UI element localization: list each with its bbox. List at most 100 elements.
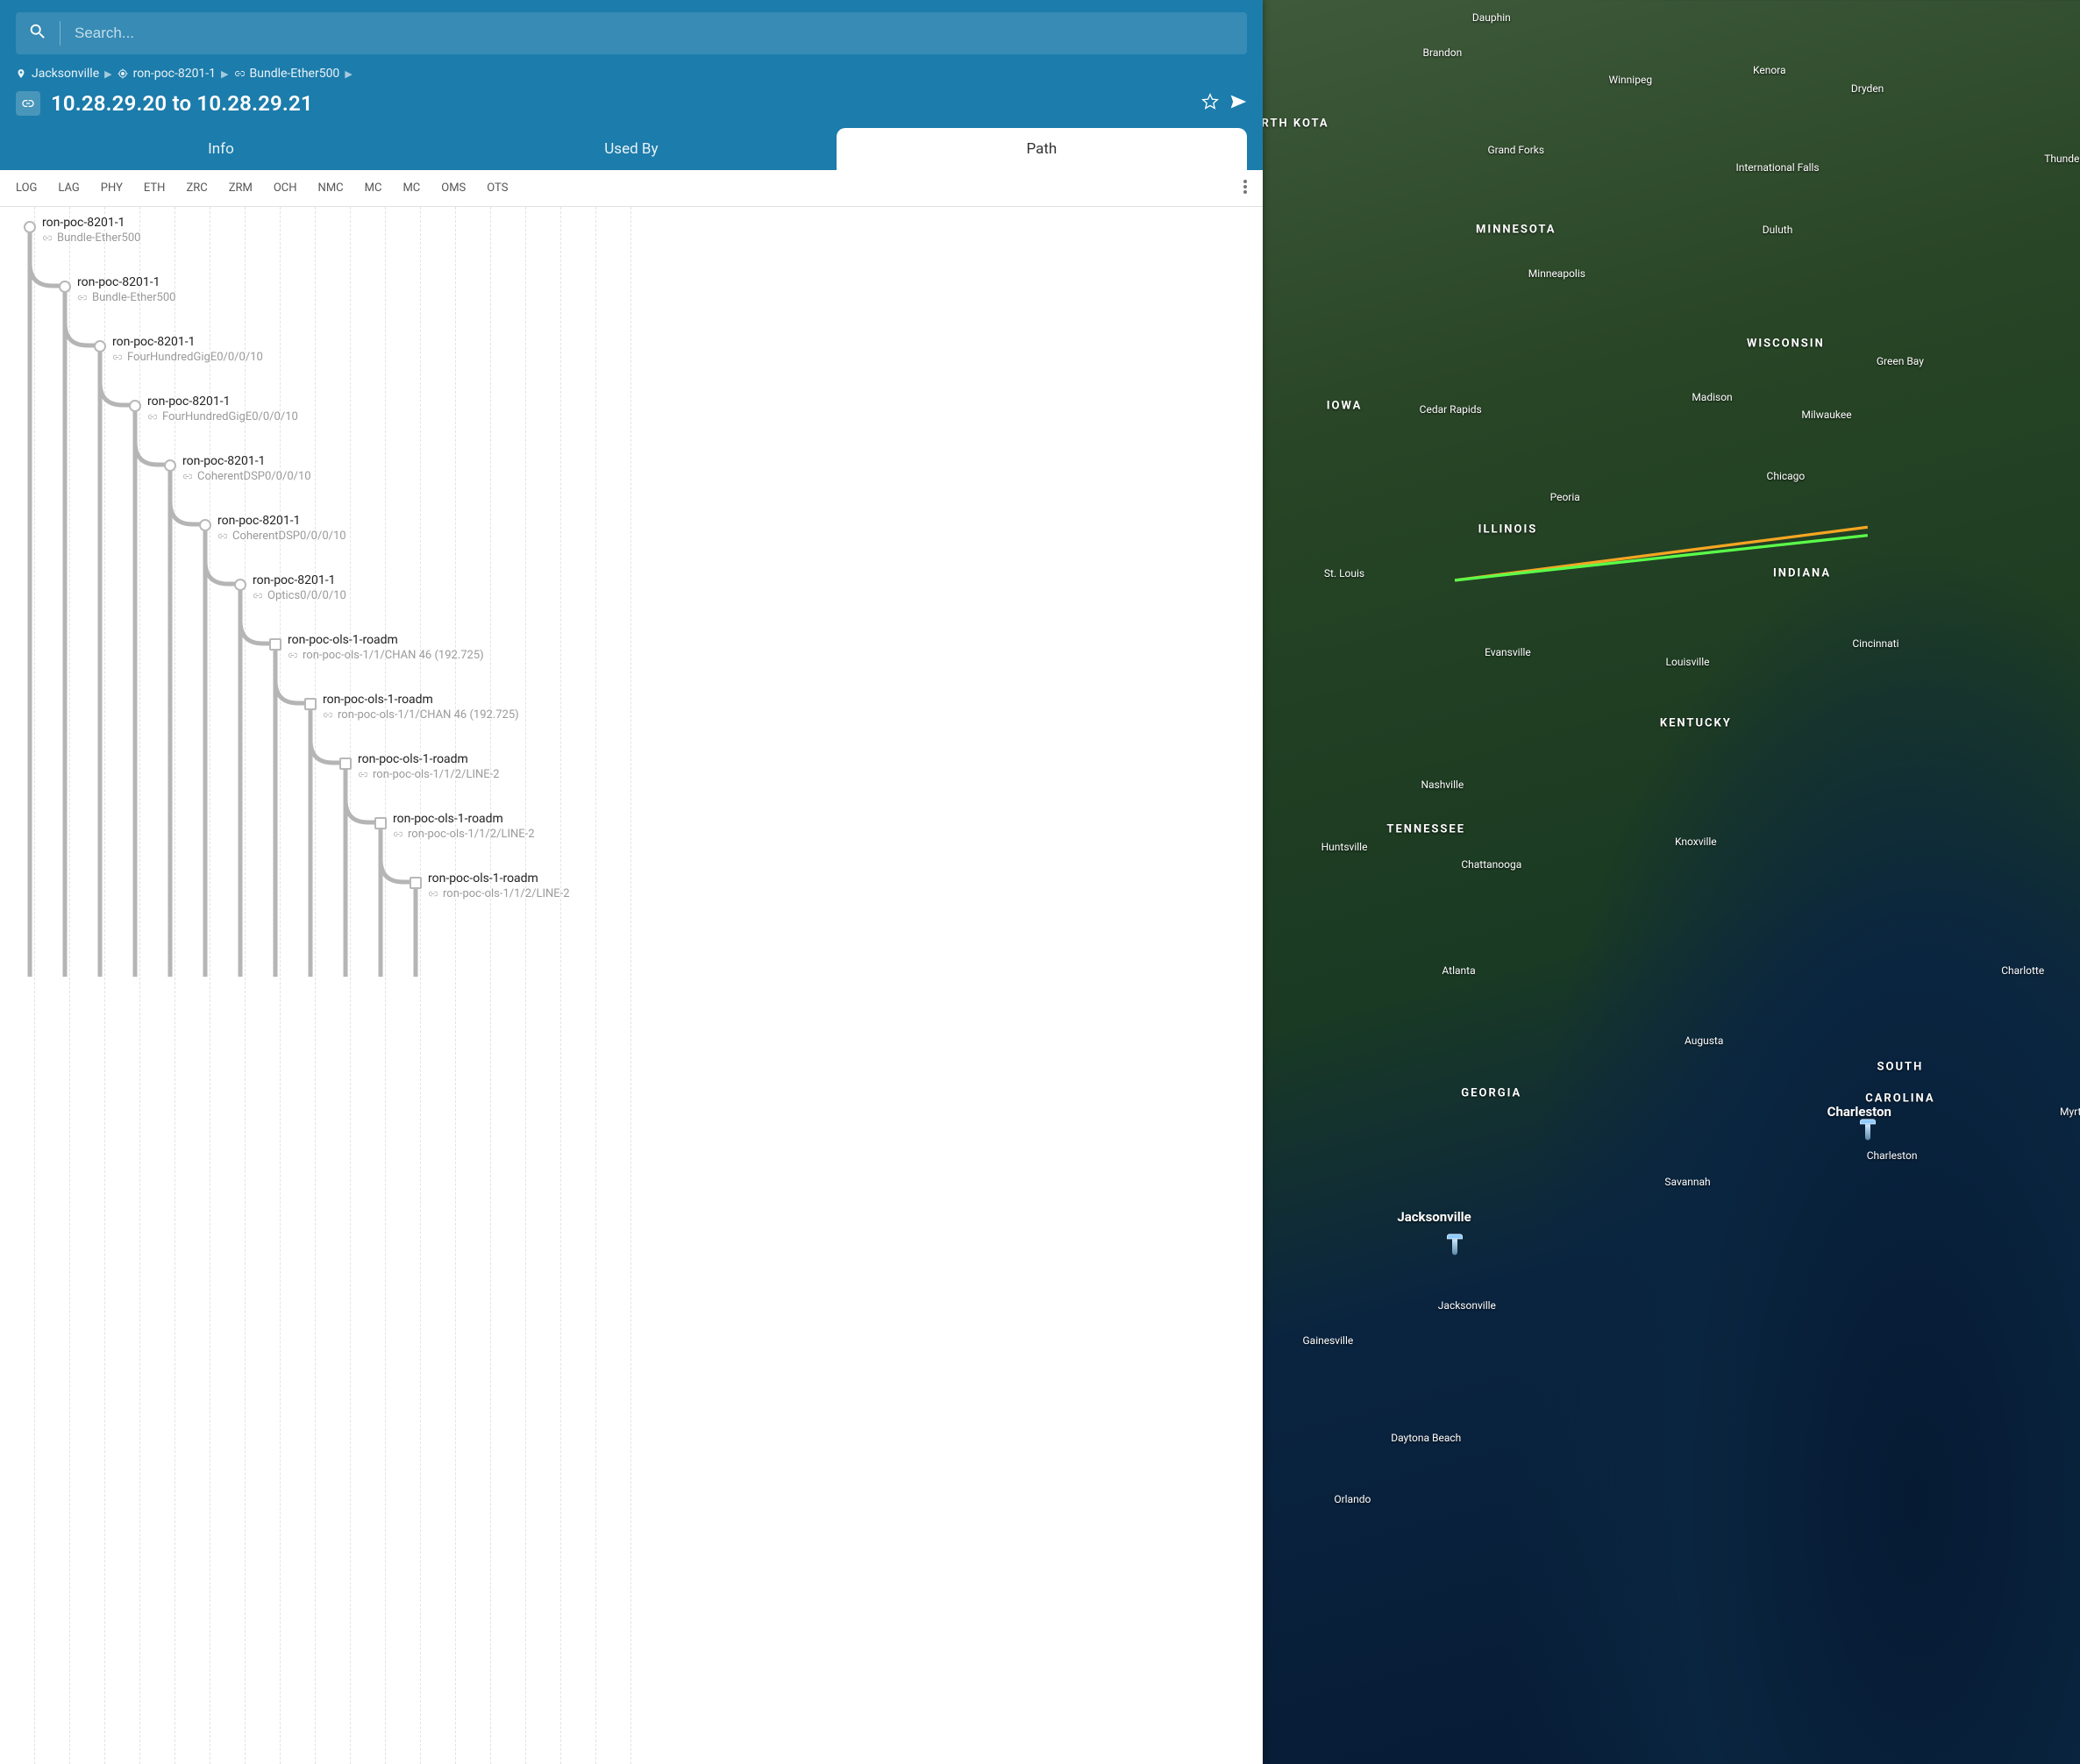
map-city-label: Thunder <box>2044 153 2080 165</box>
layer-tab[interactable]: OMS <box>431 181 476 195</box>
path-node-title: ron-poc-8201-1 <box>182 454 311 468</box>
breadcrumb-item[interactable]: Bundle-Ether500 <box>234 67 340 81</box>
breadcrumb-item[interactable]: Jacksonville <box>16 67 99 81</box>
node-square-icon <box>339 758 352 770</box>
map-city-label: Milwaukee <box>1801 409 1851 421</box>
breadcrumb-label: ron-poc-8201-1 <box>133 67 216 81</box>
map-pin-icon[interactable] <box>1860 1119 1876 1140</box>
path-node[interactable]: ron-poc-ols-1-roadmron-poc-ols-1/1/2/LIN… <box>0 821 1263 880</box>
search-divider <box>60 21 61 46</box>
map-city-label: International Falls <box>1735 161 1819 174</box>
link-icon <box>147 412 157 422</box>
link-icon <box>42 233 52 243</box>
map-view[interactable]: DauphinBrandonWinnipegKenoraDrydenIntern… <box>1263 0 2080 1764</box>
link-icon <box>217 531 227 541</box>
path-node-sub: ron-poc-ols-1/1/CHAN 46 (192.725) <box>288 649 484 662</box>
tab-path[interactable]: Path <box>837 128 1247 170</box>
map-pin-icon[interactable] <box>1447 1234 1463 1255</box>
layer-tab[interactable]: PHY <box>90 181 133 195</box>
map-city-label: Charleston <box>1827 1104 1891 1120</box>
path-tree: ron-poc-8201-1Bundle-Ether500ron-poc-820… <box>0 207 1263 1764</box>
map-state-label: ILLINOIS <box>1478 523 1538 536</box>
map-city-label: Duluth <box>1763 224 1793 236</box>
map-city-label: Grand Forks <box>1487 144 1544 156</box>
node-circle-icon <box>199 519 211 531</box>
layer-tab[interactable]: ZRM <box>218 181 263 195</box>
map-state-label: RTH KOTA <box>1263 117 1329 130</box>
layer-tab[interactable]: MC <box>392 181 431 195</box>
path-node[interactable]: ron-poc-8201-1CoherentDSP0/0/0/10 <box>0 463 1263 523</box>
favorite-button[interactable] <box>1201 93 1219 114</box>
breadcrumb-item[interactable]: ron-poc-8201-1 <box>118 67 216 81</box>
map-city-label: Charleston <box>1867 1149 1918 1162</box>
breadcrumb: Jacksonville ▶ ron-poc-8201-1 ▶ Bundle-Ether… <box>16 67 1247 81</box>
map-city-label: Atlanta <box>1442 964 1475 977</box>
title-row: 10.28.29.20 to 10.28.29.21 <box>16 91 1247 116</box>
map-city-label: Knoxville <box>1675 836 1717 848</box>
map-city-label: Dauphin <box>1472 11 1511 24</box>
map-city-label: Winnipeg <box>1608 74 1652 86</box>
breadcrumb-label: Bundle-Ether500 <box>250 67 340 81</box>
locate-button[interactable] <box>1229 93 1247 114</box>
link-icon <box>112 352 122 362</box>
chevron-right-icon: ▶ <box>104 68 111 80</box>
tab-info[interactable]: Info <box>16 128 426 170</box>
path-node[interactable]: ron-poc-ols-1-roadmron-poc-ols-1/1/CHAN … <box>0 642 1263 701</box>
map-city-label: Jacksonville <box>1438 1299 1496 1312</box>
map-city-label: Nashville <box>1421 779 1464 791</box>
path-node[interactable]: ron-poc-ols-1-roadmron-poc-ols-1/1/2/LIN… <box>0 880 1263 940</box>
page-title: 10.28.29.20 to 10.28.29.21 <box>51 91 1191 116</box>
link-icon <box>393 829 402 839</box>
path-node[interactable]: ron-poc-8201-1Bundle-Ether500 <box>0 224 1263 284</box>
node-circle-icon <box>164 459 176 472</box>
node-circle-icon <box>234 579 246 591</box>
map-city-label: Dryden <box>1851 82 1884 95</box>
link-icon <box>358 770 367 779</box>
path-node-title: ron-poc-8201-1 <box>217 514 346 528</box>
layer-tab[interactable]: ETH <box>133 181 176 195</box>
path-node[interactable]: ron-poc-ols-1-roadmron-poc-ols-1/1/2/LIN… <box>0 761 1263 821</box>
path-node-sub: FourHundredGigE0/0/0/10 <box>112 351 263 364</box>
path-node-title: ron-poc-ols-1-roadm <box>323 693 519 707</box>
chevron-right-icon: ▶ <box>345 68 352 80</box>
map-state-label: INDIANA <box>1773 566 1831 580</box>
more-menu-button[interactable] <box>1233 180 1257 197</box>
layer-tab[interactable]: NMC <box>308 181 354 195</box>
path-node[interactable]: ron-poc-8201-1Optics0/0/0/10 <box>0 582 1263 642</box>
path-node[interactable]: ron-poc-ols-1-roadmron-poc-ols-1/1/CHAN … <box>0 701 1263 761</box>
path-node[interactable]: ron-poc-8201-1CoherentDSP0/0/0/10 <box>0 523 1263 582</box>
layer-tab[interactable]: ZRC <box>175 181 217 195</box>
map-state-label: TENNESSEE <box>1386 822 1465 836</box>
path-node-sub: FourHundredGigE0/0/0/10 <box>147 410 298 423</box>
search-bar[interactable] <box>16 12 1247 54</box>
map-city-label: Huntsville <box>1321 841 1368 853</box>
pin-icon <box>16 68 26 79</box>
path-node-title: ron-poc-ols-1-roadm <box>428 871 570 886</box>
node-circle-icon <box>129 400 141 412</box>
map-city-label: Madison <box>1692 391 1732 403</box>
map-state-label: WISCONSIN <box>1747 338 1825 351</box>
map-state-label: MINNESOTA <box>1476 223 1556 236</box>
map-city-label: St. Louis <box>1324 567 1364 580</box>
layer-tab[interactable]: OTS <box>476 181 518 195</box>
node-circle-icon <box>59 281 71 293</box>
map-city-label: Savannah <box>1664 1176 1710 1188</box>
link-icon <box>182 472 192 481</box>
path-node-title: ron-poc-8201-1 <box>42 216 140 230</box>
map-city-label: Daytona Beach <box>1391 1432 1461 1444</box>
tab-used-by[interactable]: Used By <box>426 128 837 170</box>
link-icon <box>16 91 40 116</box>
search-input[interactable] <box>75 25 1235 42</box>
layer-tab[interactable]: LAG <box>47 181 89 195</box>
link-icon <box>253 591 262 601</box>
path-node-sub: CoherentDSP0/0/0/10 <box>217 530 346 543</box>
map-city-label: Jacksonville <box>1397 1209 1471 1225</box>
map-state-label: KENTUCKY <box>1660 716 1732 729</box>
breadcrumb-label: Jacksonville <box>32 67 99 81</box>
path-node-title: ron-poc-8201-1 <box>147 395 298 409</box>
layer-tab[interactable]: MC <box>354 181 393 195</box>
layer-tab[interactable]: LOG <box>5 181 47 195</box>
link-icon <box>428 889 438 899</box>
map-city-label: Cedar Rapids <box>1420 403 1482 416</box>
layer-tab[interactable]: OCH <box>263 181 308 195</box>
